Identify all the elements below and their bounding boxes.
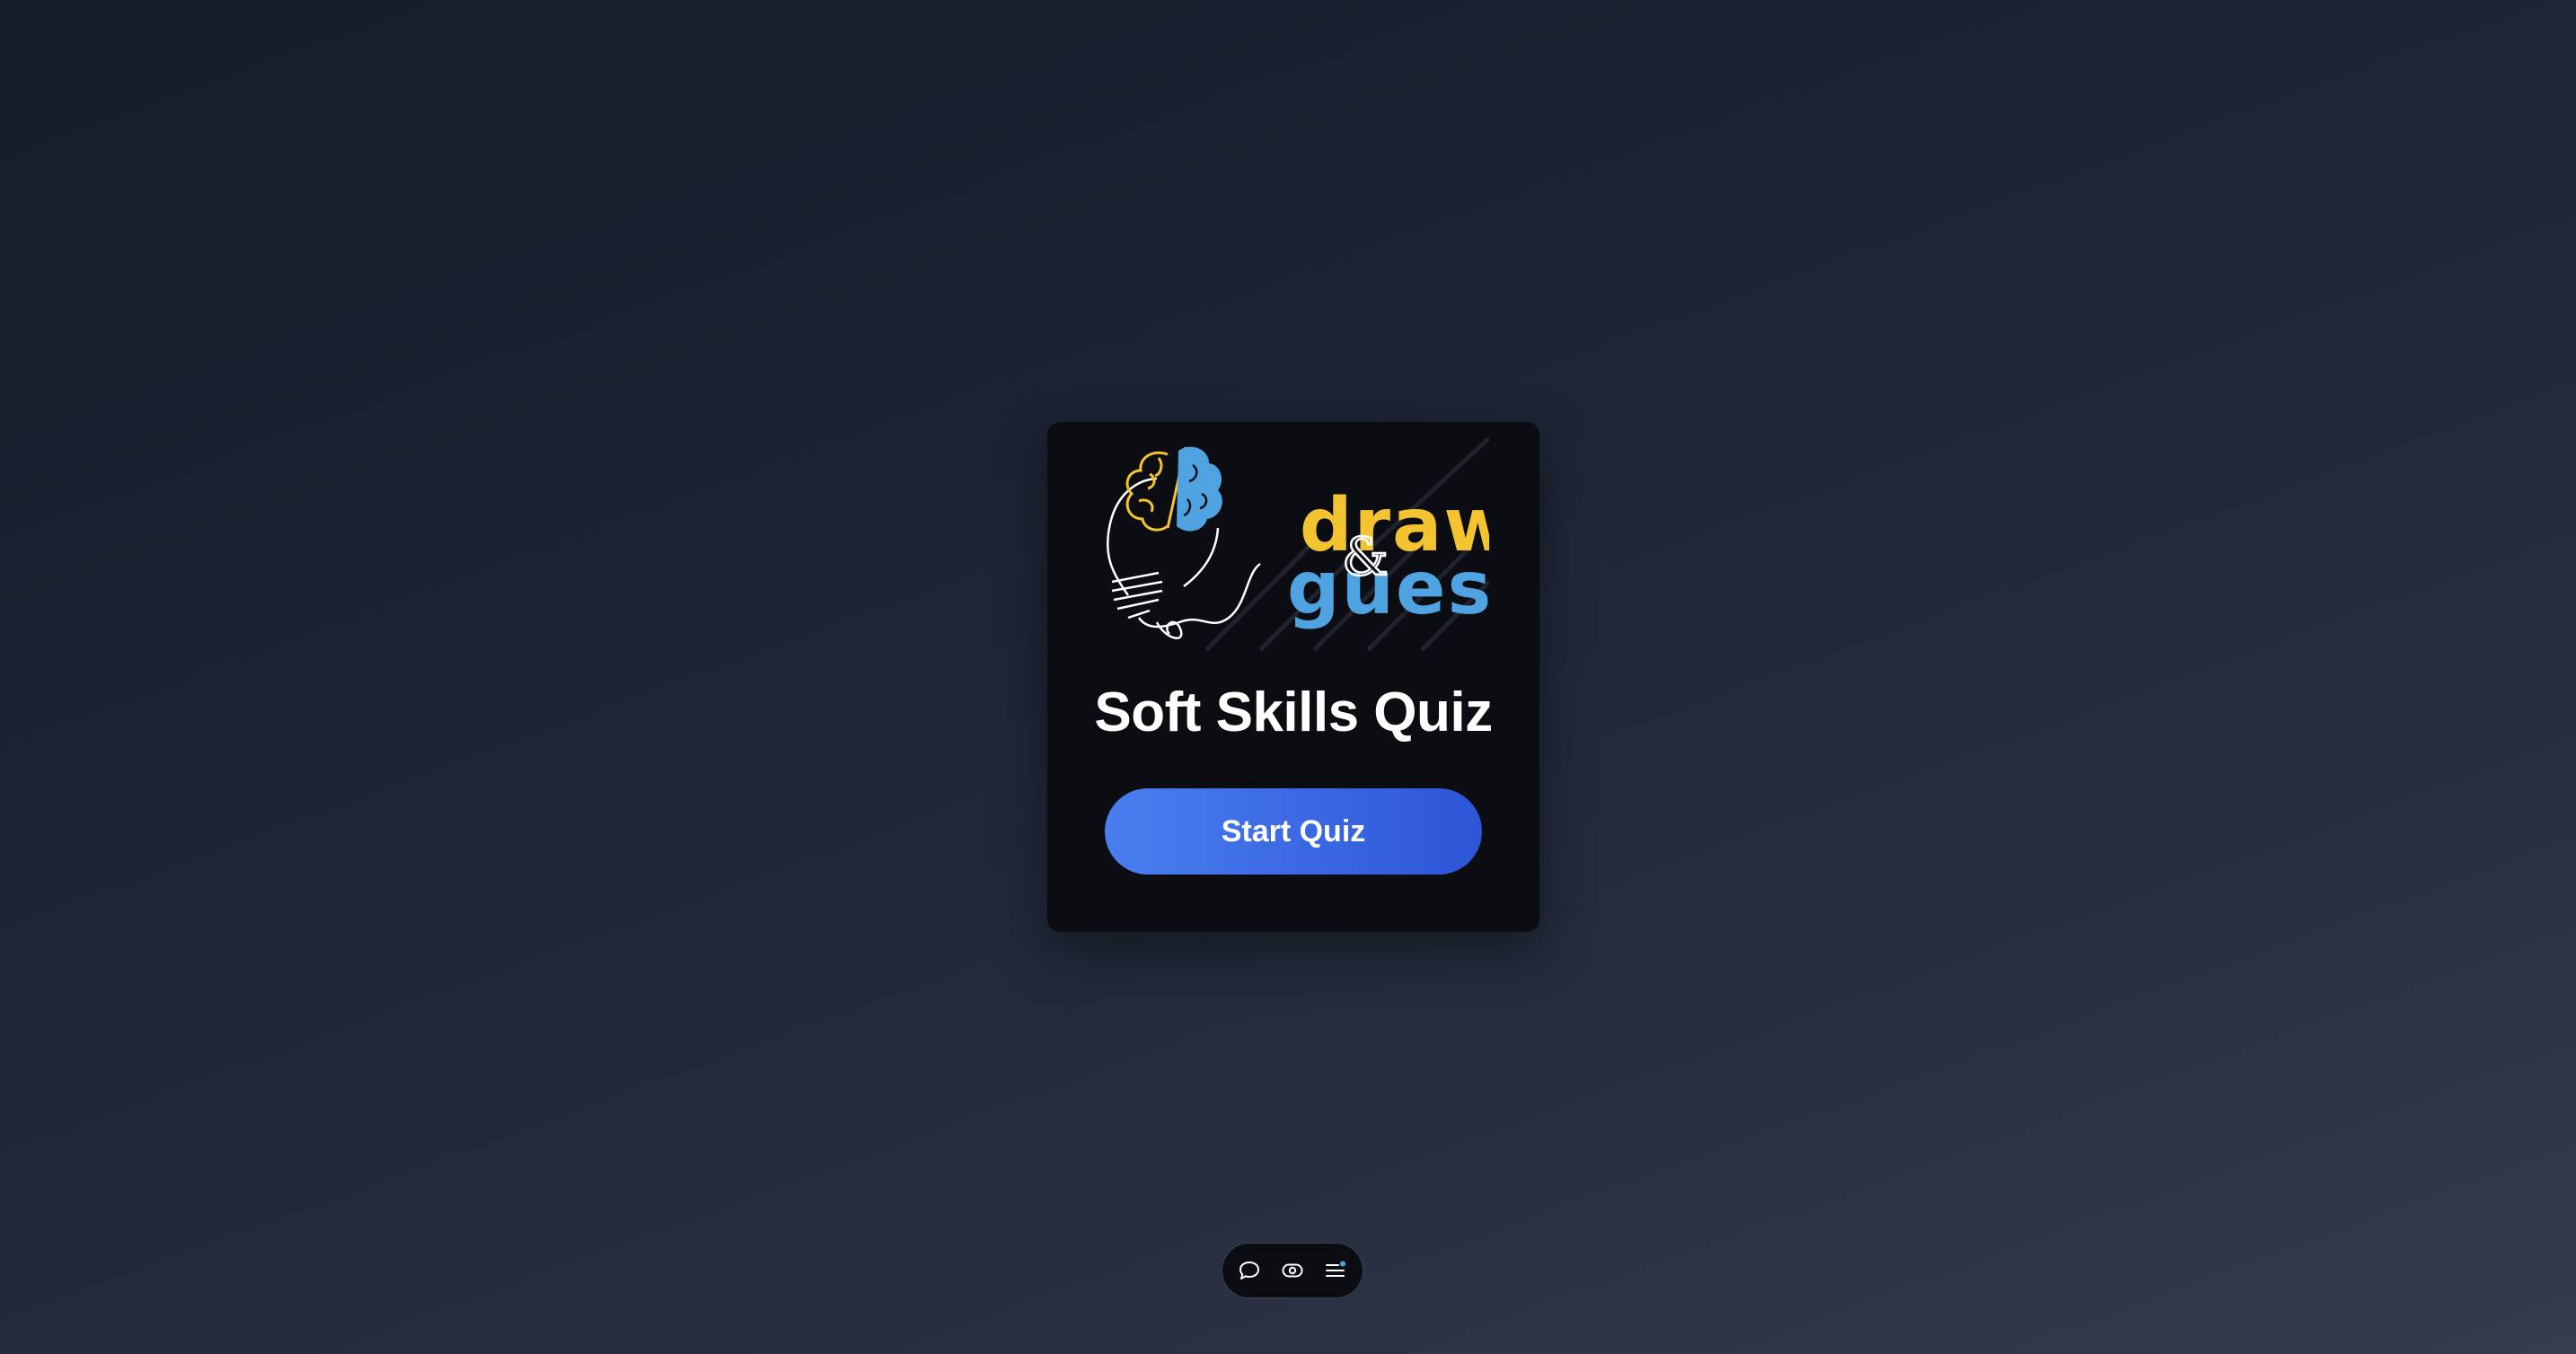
chat-button[interactable]: [1236, 1257, 1263, 1284]
menu-button[interactable]: [1322, 1257, 1349, 1284]
logo-ampersand: &: [1342, 526, 1389, 587]
brain-right-icon: [1177, 446, 1222, 532]
logo-graphic: draw guess &: [1107, 436, 1537, 652]
visibility-toggle-button[interactable]: [1279, 1257, 1306, 1284]
quiz-title: Soft Skills Quiz: [1094, 681, 1493, 743]
menu-list-icon: [1326, 1261, 1345, 1277]
quiz-card: draw guess & Soft Skills Quiz Start Quiz: [1047, 422, 1539, 932]
draw-and-guess-logo: draw guess &: [1103, 436, 1537, 654]
brain-left-icon: [1125, 451, 1169, 532]
bottom-toolbar: [1222, 1243, 1363, 1298]
notification-badge: [1340, 1261, 1345, 1267]
eye-toggle-icon: [1282, 1263, 1303, 1278]
start-quiz-button[interactable]: Start Quiz: [1105, 788, 1482, 875]
chat-bubble-icon: [1239, 1262, 1259, 1279]
